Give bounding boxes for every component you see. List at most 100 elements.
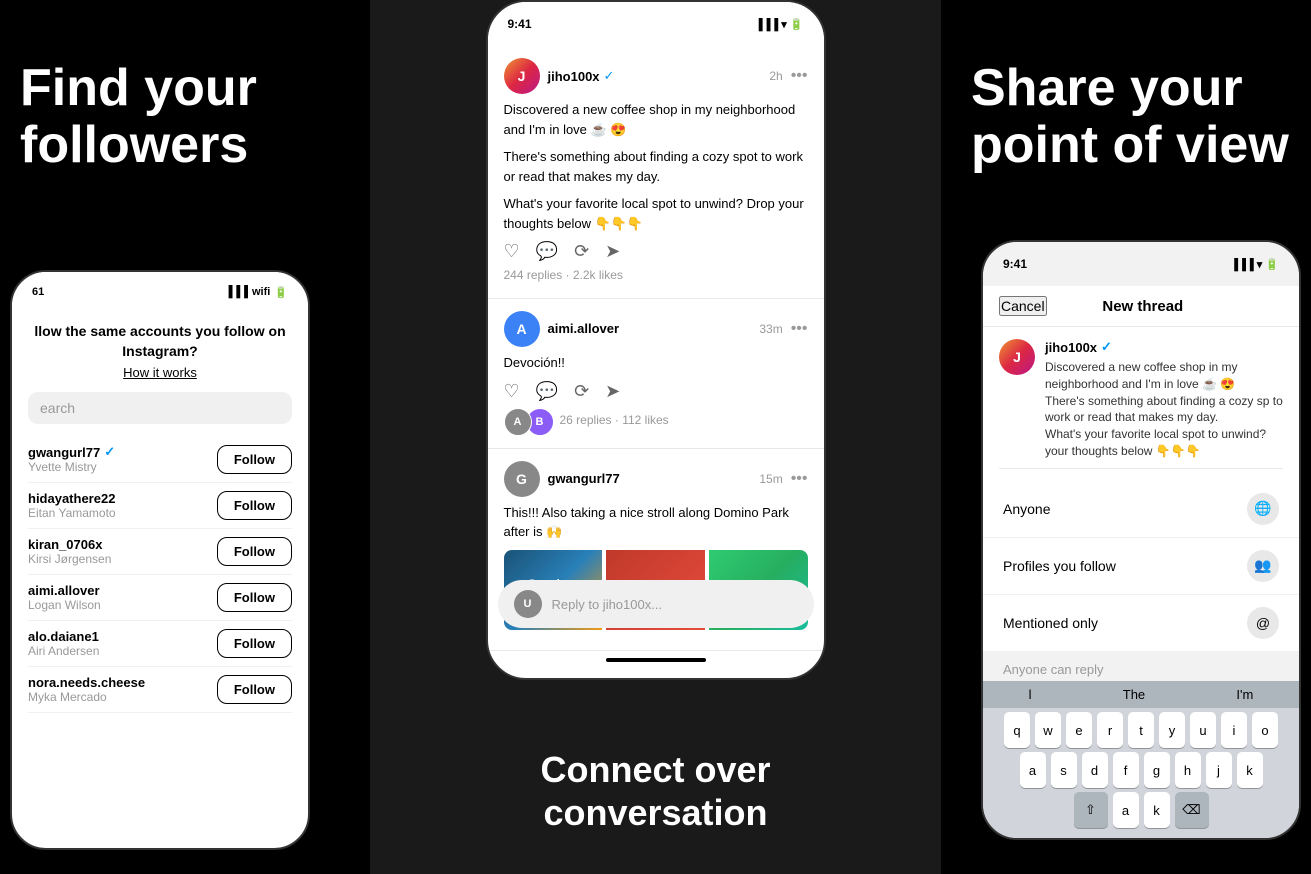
compose-area: J jiho100x ✓ Discovered a new coffee sho… — [983, 327, 1299, 481]
post1-avatar: J — [504, 58, 540, 94]
share-icon[interactable]: ➤ — [605, 241, 620, 262]
post2-repost-icon[interactable]: ⟳ — [574, 381, 589, 402]
post1-text2: There's something about finding a cozy s… — [504, 147, 808, 186]
key-u[interactable]: u — [1190, 712, 1216, 748]
user-row: kiran_0706x Kirsi Jørgensen Follow — [28, 529, 292, 575]
key-h[interactable]: h — [1175, 752, 1201, 788]
post3-username: gwangurl77 — [548, 471, 620, 486]
search-bar[interactable]: earch — [28, 392, 292, 424]
key-i[interactable]: i — [1221, 712, 1247, 748]
user-row: gwangurl77✓ Yvette Mistry Follow — [28, 436, 292, 483]
keyboard: l The I'm qwertyuio asdfghjk ⇧ a k ⌫ — [983, 681, 1299, 838]
keyboard-row3: ⇧ a k ⌫ — [987, 792, 1295, 828]
compose-text3: What's your favorite local spot to unwin… — [1045, 426, 1283, 460]
right-headline-line1: Share your — [971, 59, 1243, 117]
user-name: Logan Wilson — [28, 598, 101, 612]
user-handle: hidayathere22 — [28, 491, 116, 506]
center-phone-status-bar: 9:41 ▐▐▐ ▾ 🔋 — [488, 2, 824, 46]
follow-button[interactable]: Follow — [217, 629, 292, 658]
follow-button[interactable]: Follow — [217, 445, 292, 474]
post2-username: aimi.allover — [548, 321, 620, 336]
key-k[interactable]: k — [1237, 752, 1263, 788]
key-y[interactable]: y — [1159, 712, 1185, 748]
shift-key[interactable]: ⇧ — [1074, 792, 1108, 828]
key-w[interactable]: w — [1035, 712, 1061, 748]
post2-comment-icon[interactable]: 💬 — [536, 381, 558, 402]
post2-like-icon[interactable]: ♡ — [504, 381, 520, 402]
key-q[interactable]: q — [1004, 712, 1030, 748]
keyboard-suggestion-3[interactable]: I'm — [1236, 687, 1253, 702]
compose-text2: There's something about finding a cozy s… — [1045, 393, 1283, 427]
reply-placeholder: Reply to jiho100x... — [552, 597, 663, 612]
key-s[interactable]: s — [1051, 752, 1077, 788]
compose-post: J jiho100x ✓ Discovered a new coffee sho… — [999, 339, 1283, 469]
connect-line2: conversation — [543, 792, 767, 833]
right-status-time: 9:41 — [1003, 257, 1027, 271]
reply-options-panel: Anyone 🌐 Profiles you follow 👥 Mentioned… — [983, 481, 1299, 652]
key-e[interactable]: e — [1066, 712, 1092, 748]
keyboard-suggestion-1[interactable]: l — [1029, 687, 1032, 702]
post1-actions: ♡ 💬 ⟳ ➤ — [504, 241, 808, 262]
key-o[interactable]: o — [1252, 712, 1278, 748]
how-it-works-link[interactable]: How it works — [28, 365, 292, 380]
key-d[interactable]: d — [1082, 752, 1108, 788]
left-headline: Find your followers — [20, 60, 340, 174]
post2-menu-icon[interactable]: ••• — [791, 320, 808, 338]
status-icons: ▐▐▐ wifi 🔋 — [225, 286, 288, 299]
anyone-icon: 🌐 — [1247, 493, 1279, 525]
follow-button[interactable]: Follow — [217, 583, 292, 612]
key-t[interactable]: t — [1128, 712, 1154, 748]
cancel-button[interactable]: Cancel — [999, 296, 1047, 316]
user-row: nora.needs.cheese Myka Mercado Follow — [28, 667, 292, 713]
center-panel: 9:41 ▐▐▐ ▾ 🔋 J jiho100x ✓ — [370, 0, 941, 874]
key-k[interactable]: k — [1144, 792, 1170, 828]
user-name: Kirsi Jørgensen — [28, 552, 111, 566]
post1-menu-icon[interactable]: ••• — [791, 67, 808, 85]
post2-user: A aimi.allover — [504, 311, 620, 347]
post3-menu-icon[interactable]: ••• — [791, 470, 808, 488]
left-phone-status-bar: 61 ▐▐▐ wifi 🔋 — [12, 272, 308, 312]
post1-verified: ✓ — [604, 68, 615, 84]
like-icon[interactable]: ♡ — [504, 241, 520, 262]
center-phone-mockup: 9:41 ▐▐▐ ▾ 🔋 J jiho100x ✓ — [486, 0, 826, 680]
post2-actions: ♡ 💬 ⟳ ➤ — [504, 381, 808, 402]
follow-button[interactable]: Follow — [217, 537, 292, 566]
user-handle: aimi.allover — [28, 583, 101, 598]
post3-user: G gwangurl77 — [504, 461, 620, 497]
user-list: gwangurl77✓ Yvette Mistry Follow hidayat… — [28, 436, 292, 713]
post2-time: 33m — [759, 322, 782, 336]
compose-text1: Discovered a new coffee shop in my neigh… — [1045, 359, 1283, 393]
keyboard-rows: qwertyuio asdfghjk ⇧ a k ⌫ — [983, 708, 1299, 838]
user-name: Yvette Mistry — [28, 460, 115, 474]
key-a[interactable]: a — [1113, 792, 1139, 828]
post3-avatar: G — [504, 461, 540, 497]
key-g[interactable]: g — [1144, 752, 1170, 788]
reply-bar[interactable]: U Reply to jiho100x... — [498, 580, 814, 628]
repost-icon[interactable]: ⟳ — [574, 241, 589, 262]
reply-option-following[interactable]: Profiles you follow 👥 — [983, 538, 1299, 595]
delete-key[interactable]: ⌫ — [1175, 792, 1209, 828]
reply-option-mentioned[interactable]: Mentioned only @ — [983, 595, 1299, 652]
compose-text-area[interactable]: jiho100x ✓ Discovered a new coffee shop … — [1045, 339, 1283, 460]
keyboard-row2: asdfghjk — [987, 752, 1295, 788]
connect-line1: Connect over — [540, 749, 770, 790]
comment-icon[interactable]: 💬 — [536, 241, 558, 262]
new-thread-title: New thread — [1102, 298, 1183, 315]
key-a[interactable]: a — [1020, 752, 1046, 788]
compose-avatar: J — [999, 339, 1035, 375]
post1-text3: What's your favorite local spot to unwin… — [504, 194, 808, 233]
search-placeholder: earch — [40, 400, 75, 416]
post2-share-icon[interactable]: ➤ — [605, 381, 620, 402]
user-handle: kiran_0706x — [28, 537, 111, 552]
user-row: alo.daiane1 Airi Andersen Follow — [28, 621, 292, 667]
key-j[interactable]: j — [1206, 752, 1232, 788]
key-r[interactable]: r — [1097, 712, 1123, 748]
reply-option-anyone[interactable]: Anyone 🌐 — [983, 481, 1299, 538]
key-f[interactable]: f — [1113, 752, 1139, 788]
follow-button[interactable]: Follow — [217, 675, 292, 704]
keyboard-suggestion-2[interactable]: The — [1123, 687, 1145, 702]
post2-stats: 26 replies · 112 likes — [560, 413, 669, 427]
post3-text: This!!! Also taking a nice stroll along … — [504, 503, 808, 542]
reply-avatar: U — [514, 590, 542, 618]
follow-button[interactable]: Follow — [217, 491, 292, 520]
